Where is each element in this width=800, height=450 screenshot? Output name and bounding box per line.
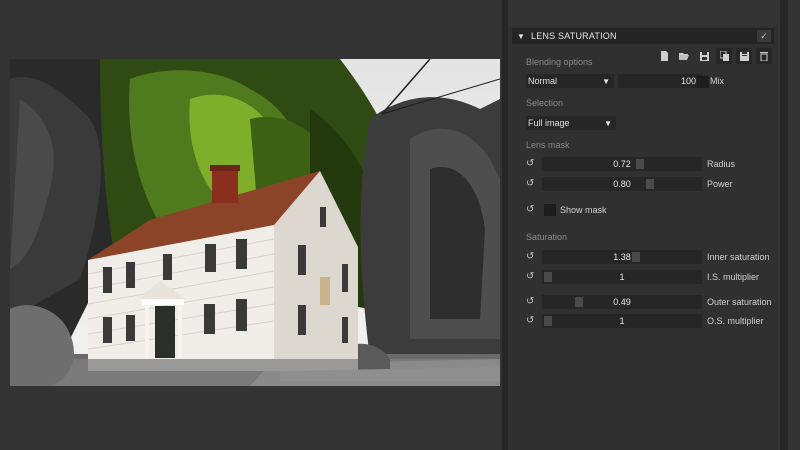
reset-icon[interactable]: ↺ <box>526 178 534 190</box>
enable-check-icon[interactable]: ✓ <box>757 30 771 42</box>
power-row: ↺ 0.80 Power <box>508 177 778 191</box>
reset-icon[interactable]: ↺ <box>526 315 534 327</box>
outer-saturation-label: Outer saturation <box>707 297 772 307</box>
radius-value: 0.72 <box>613 159 631 169</box>
radius-row: ↺ 0.72 Radius <box>508 157 778 171</box>
os-multiplier-row: ↺ 1 O.S. multiplier <box>508 314 778 328</box>
radius-slider[interactable]: 0.72 <box>542 157 702 171</box>
show-mask-checkbox[interactable] <box>544 204 556 216</box>
delete-icon[interactable] <box>756 48 772 64</box>
panel-scrollbar[interactable] <box>780 0 788 450</box>
chevron-down-icon: ▼ <box>602 76 610 86</box>
chevron-down-icon: ▼ <box>604 118 612 128</box>
opacity-field[interactable]: 100 <box>618 74 702 88</box>
outer-saturation-row: ↺ 0.49 Outer saturation <box>508 295 778 309</box>
inner-saturation-slider[interactable]: 1.38 <box>542 250 702 264</box>
show-mask-row: ↺ Show mask <box>508 203 778 217</box>
blending-options-label: Blending options <box>526 57 593 67</box>
saturation-label: Saturation <box>526 232 568 242</box>
selection-value: Full image <box>528 118 570 128</box>
inner-saturation-label: Inner saturation <box>707 252 770 262</box>
selection-label: Selection <box>526 98 564 108</box>
os-multiplier-value: 1 <box>619 316 625 326</box>
is-multiplier-value: 1 <box>619 272 625 282</box>
selection-dropdown[interactable]: Full image ▼ <box>526 116 616 130</box>
is-multiplier-label: I.S. multiplier <box>707 272 760 282</box>
os-multiplier-label: O.S. multiplier <box>707 316 764 326</box>
reset-icon[interactable]: ↺ <box>526 271 534 283</box>
collapse-icon[interactable]: ▼ <box>517 32 529 41</box>
is-multiplier-slider[interactable]: 1 <box>542 270 702 284</box>
paste-icon[interactable] <box>736 48 752 64</box>
show-mask-label: Show mask <box>560 205 607 215</box>
opacity-value: 100 <box>680 76 696 86</box>
new-file-icon[interactable] <box>656 48 672 64</box>
reset-icon[interactable]: ↺ <box>526 251 534 263</box>
mix-checkbox[interactable] <box>697 76 709 88</box>
inner-saturation-row: ↺ 1.38 Inner saturation <box>508 250 778 264</box>
open-folder-icon[interactable] <box>676 48 692 64</box>
radius-label: Radius <box>707 159 736 169</box>
preview-photo[interactable] <box>10 59 500 386</box>
os-multiplier-slider[interactable]: 1 <box>542 314 702 328</box>
mix-label: Mix <box>710 76 724 86</box>
power-slider[interactable]: 0.80 <box>542 177 702 191</box>
outer-saturation-value: 0.49 <box>613 297 631 307</box>
reset-icon[interactable]: ↺ <box>526 204 534 216</box>
is-multiplier-row: ↺ 1 I.S. multiplier <box>508 270 778 284</box>
save-icon[interactable] <box>696 48 712 64</box>
inner-saturation-value: 1.38 <box>613 252 631 262</box>
reset-icon[interactable]: ↺ <box>526 296 534 308</box>
right-edge <box>788 0 800 450</box>
preset-toolbar <box>656 48 772 64</box>
power-value: 0.80 <box>613 179 631 189</box>
blend-mode-dropdown[interactable]: Normal ▼ <box>526 74 614 88</box>
module-header[interactable]: ▼ LENS SATURATION ✓ <box>512 28 774 44</box>
image-viewport[interactable] <box>0 0 502 450</box>
blend-mode-value: Normal <box>528 76 558 86</box>
house-photo <box>10 59 500 386</box>
copy-icon[interactable] <box>716 48 732 64</box>
power-label: Power <box>707 179 733 189</box>
outer-saturation-slider[interactable]: 0.49 <box>542 295 702 309</box>
lens-mask-label: Lens mask <box>526 140 570 150</box>
reset-icon[interactable]: ↺ <box>526 158 534 170</box>
module-title: LENS SATURATION <box>531 31 617 41</box>
lens-saturation-module: ▼ LENS SATURATION ✓ Blending options Nor… <box>508 26 778 450</box>
